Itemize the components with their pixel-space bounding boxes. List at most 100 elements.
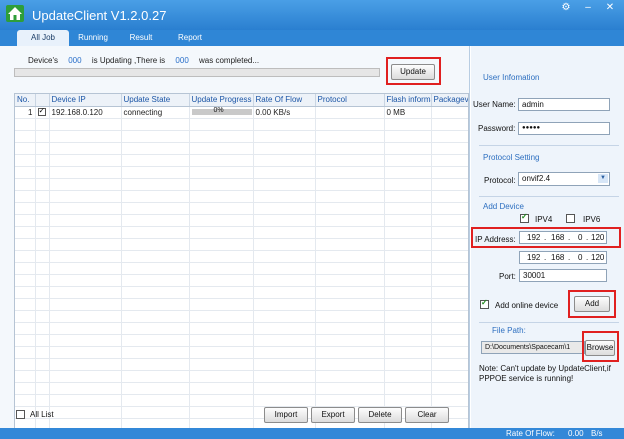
import-button[interactable]: Import (264, 407, 308, 423)
job-panel: Device's 000 is Updating ,There is 000 w… (0, 46, 470, 439)
password-label: Password: (478, 124, 516, 133)
file-path-title: File Path: (492, 326, 526, 335)
col-package-version[interactable]: Packageve (431, 94, 468, 107)
protocol-select[interactable]: onvif2.4 ▼ (518, 172, 610, 186)
settings-panel: User Infomation User Name: admin Passwor… (471, 46, 624, 428)
update-status-text: Device's 000 is Updating ,There is 000 w… (28, 56, 260, 65)
empty-table-row (15, 322, 468, 335)
empty-table-row (15, 214, 468, 227)
row-progress-bar: 0% (191, 107, 252, 116)
empty-table-row (15, 190, 468, 203)
table-row[interactable]: 1 192.168.0.120 connecting 0% 0.00 KB/s … (15, 106, 468, 119)
delete-button[interactable]: Delete (358, 407, 402, 423)
rate-of-flow-value: 0.00 (568, 429, 584, 438)
empty-table-row (15, 274, 468, 287)
add-online-checkbox[interactable] (480, 298, 489, 309)
ipv6-checkbox[interactable] (566, 214, 575, 223)
minimize-icon[interactable]: – (580, 2, 596, 14)
empty-table-row (15, 298, 468, 311)
row-checkbox[interactable] (37, 106, 46, 117)
completed-count: 000 (175, 56, 189, 65)
protocol-label: Protocol: (484, 176, 516, 185)
ip-end-input[interactable]: 192 . 168 . 0 . 120 (519, 251, 607, 264)
tab-bar: All Job Running Result Report (0, 30, 624, 46)
row-device-ip: 192.168.0.120 (49, 106, 122, 119)
all-list-checkbox[interactable] (16, 410, 25, 419)
col-update-state[interactable]: Update State (121, 94, 190, 107)
row-update-state: connecting (121, 106, 190, 119)
empty-table-row (15, 358, 468, 371)
ipv4-checkbox[interactable] (520, 212, 529, 223)
row-checkbox-cell[interactable] (35, 106, 50, 119)
empty-table-row (15, 262, 468, 275)
settings-icon[interactable]: ⚙ (558, 2, 574, 14)
user-info-title: User Infomation (483, 73, 540, 82)
ipv4-label: IPV4 (535, 215, 553, 224)
browse-button-highlight (582, 331, 619, 362)
empty-table-row (15, 238, 468, 251)
col-update-progress[interactable]: Update Progress (189, 94, 254, 107)
divider (479, 322, 619, 323)
ip-address-highlight (471, 227, 621, 248)
user-name-label: User Name: (473, 100, 516, 109)
app-house-icon (6, 5, 24, 22)
row-protocol (315, 106, 385, 119)
all-list-label: All List (30, 410, 54, 419)
tab-report[interactable]: Report (165, 30, 215, 46)
empty-table-row (15, 142, 468, 155)
col-no[interactable]: No. (15, 94, 36, 107)
col-device-ip[interactable]: Device IP (49, 94, 122, 107)
empty-table-row (15, 370, 468, 383)
empty-table-row (15, 166, 468, 179)
tab-result[interactable]: Result (117, 30, 165, 46)
file-path-input[interactable]: D:\Documents\Spacecam\1 (481, 341, 585, 354)
row-flash: 0 MB (384, 106, 432, 119)
updating-count: 000 (68, 56, 82, 65)
ipv6-label: IPV6 (583, 215, 601, 224)
row-number: 1 (15, 106, 36, 119)
empty-table-row (15, 154, 468, 167)
divider (479, 196, 619, 197)
rate-of-flow-unit: B/s (591, 429, 603, 438)
add-button-highlight (568, 290, 616, 318)
bottom-toolbar: All List Import Export Delete Clear (0, 400, 470, 428)
divider (479, 145, 619, 146)
status-bar: Rate Of Flow: 0.00 B/s (0, 428, 624, 439)
add-device-title: Add Device (483, 202, 524, 211)
empty-table-row (15, 178, 468, 191)
user-name-input[interactable]: admin (518, 98, 610, 111)
protocol-setting-title: Protocol Setting (483, 153, 540, 162)
row-progress-cell: 0% (189, 106, 254, 119)
empty-table-row (15, 310, 468, 323)
protocol-select-value: onvif2.4 (522, 174, 551, 183)
tab-running[interactable]: Running (69, 30, 117, 46)
empty-table-row (15, 202, 468, 215)
empty-table-row (15, 346, 468, 359)
table-header: No. Device IP Update State Update Progre… (15, 94, 468, 107)
col-protocol[interactable]: Protocol (315, 94, 385, 107)
export-button[interactable]: Export (311, 407, 355, 423)
clear-button[interactable]: Clear (405, 407, 449, 423)
title-bar: UpdateClient V1.2.0.27 ⚙ – ✕ (0, 0, 624, 30)
col-flash-info[interactable]: Flash informa (384, 94, 432, 107)
empty-table-row (15, 250, 468, 263)
chevron-down-icon[interactable]: ▼ (598, 174, 608, 183)
pppoe-note: Note: Can't update by UpdateClient,if PP… (479, 364, 611, 383)
empty-table-row (15, 382, 468, 395)
row-package (431, 106, 468, 119)
device-table: No. Device IP Update State Update Progre… (14, 93, 469, 439)
empty-table-row (15, 130, 468, 143)
tab-all-job[interactable]: All Job (17, 30, 69, 46)
col-check[interactable] (35, 94, 50, 107)
empty-table-row (15, 286, 468, 299)
port-input[interactable]: 30001 (519, 269, 607, 282)
row-rate: 0.00 KB/s (253, 106, 316, 119)
close-icon[interactable]: ✕ (602, 2, 618, 14)
window-title: UpdateClient V1.2.0.27 (32, 8, 167, 23)
add-online-label: Add online device (495, 301, 559, 310)
empty-table-row (15, 334, 468, 347)
empty-table-row (15, 226, 468, 239)
password-input[interactable]: ●●●●● (518, 122, 610, 135)
update-button-highlight (386, 57, 441, 85)
col-rate-of-flow[interactable]: Rate Of Flow (253, 94, 316, 107)
